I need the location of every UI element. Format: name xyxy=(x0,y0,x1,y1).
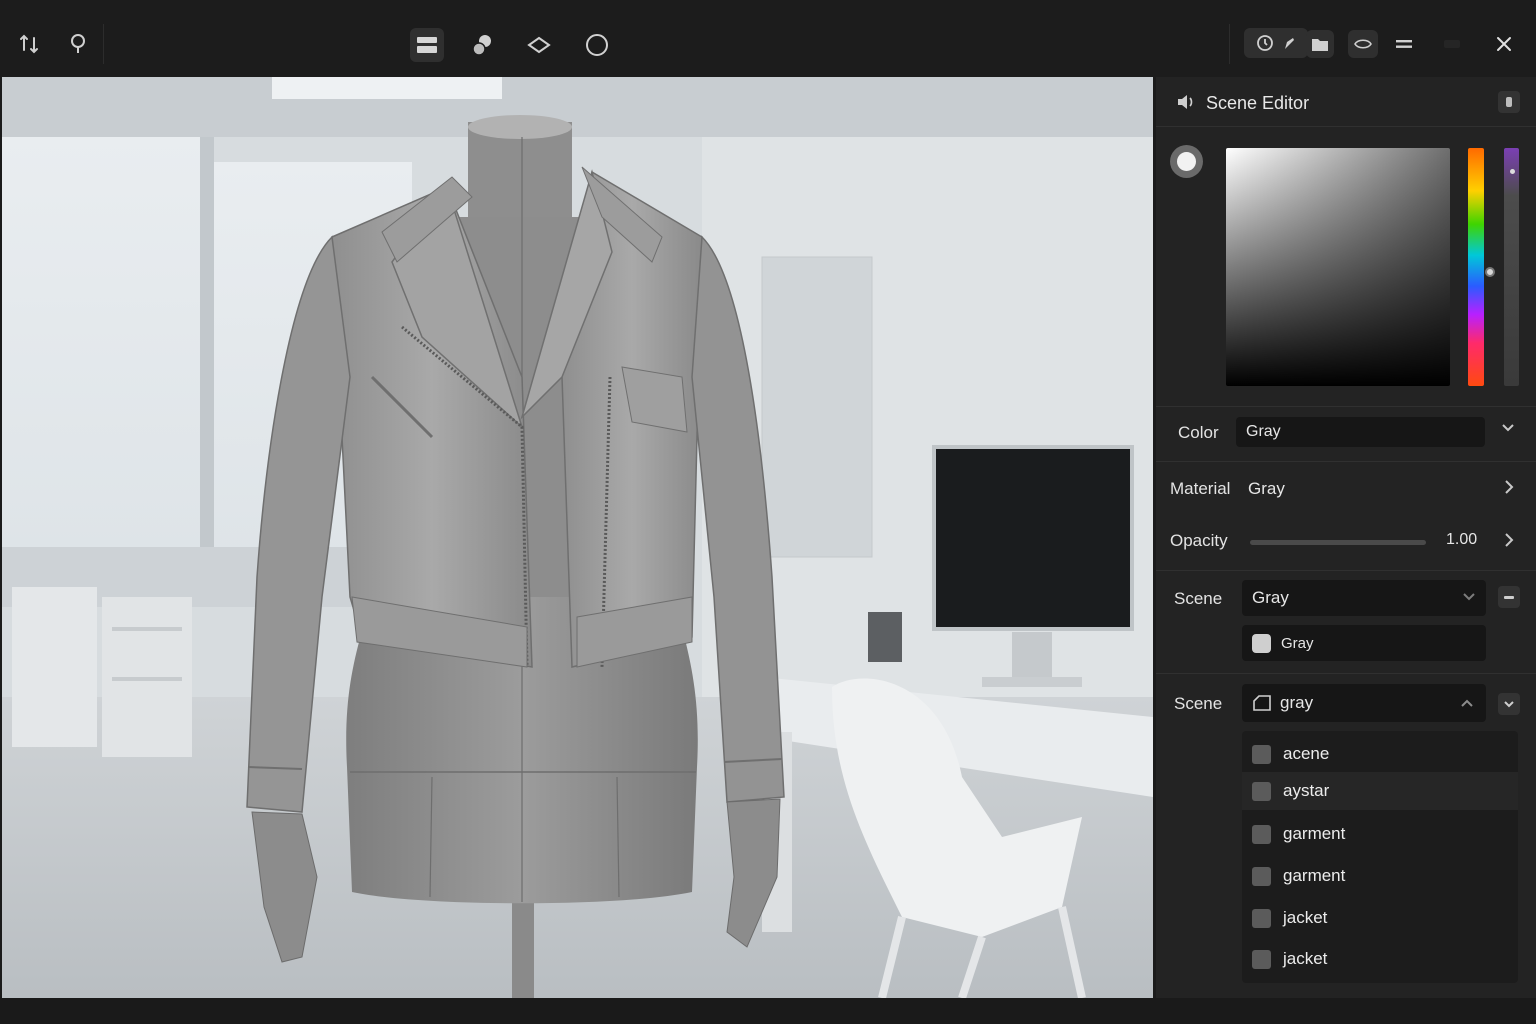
scene-label: Scene xyxy=(1174,694,1223,713)
checkbox[interactable] xyxy=(1252,908,1271,928)
divider xyxy=(1156,461,1536,462)
color-chip xyxy=(1252,633,1271,653)
hue-slider[interactable] xyxy=(1468,148,1484,386)
scene-swatch-field[interactable]: Gray xyxy=(1242,625,1486,661)
scene-label: Scene xyxy=(1174,589,1223,608)
layers-icon[interactable] xyxy=(410,28,444,62)
cube-icon xyxy=(1252,694,1272,712)
chevron-down-icon xyxy=(1462,590,1476,609)
checkbox[interactable] xyxy=(1252,744,1271,764)
spheres-icon[interactable] xyxy=(466,28,500,62)
list-item[interactable]: garment xyxy=(1242,857,1518,895)
scene-editor-panel: Scene Editor Color Gray Material Gray Op… xyxy=(1156,77,1536,998)
folder-icon[interactable] xyxy=(1306,30,1334,58)
expand-button[interactable] xyxy=(1498,693,1520,715)
list-item[interactable]: aystar xyxy=(1242,772,1518,810)
list-item[interactable]: jacket xyxy=(1242,940,1518,978)
chevron-up-icon xyxy=(1460,696,1474,715)
alpha-slider-handle[interactable] xyxy=(1510,169,1515,174)
scene-select[interactable]: Gray xyxy=(1242,580,1486,616)
collapse-button[interactable] xyxy=(1498,586,1520,608)
toolbar-separator xyxy=(103,24,104,64)
alpha-slider[interactable] xyxy=(1504,148,1519,386)
checkbox[interactable] xyxy=(1252,949,1271,969)
scene-dropdown-value: gray xyxy=(1280,693,1314,712)
circle-icon[interactable] xyxy=(580,28,614,62)
panel-options-button[interactable] xyxy=(1498,91,1520,113)
chevron-down-icon[interactable] xyxy=(1500,420,1516,441)
clock-icon[interactable] xyxy=(1256,34,1274,52)
opacity-value: 1.00 xyxy=(1446,531,1478,548)
color-value: Gray xyxy=(1246,423,1281,440)
minimize-icon[interactable] xyxy=(1438,34,1466,54)
material-label: Material xyxy=(1170,479,1231,498)
opacity-label: Opacity xyxy=(1170,531,1228,550)
opacity-slider[interactable] xyxy=(1250,540,1426,545)
scene-swatch-label: Gray xyxy=(1281,634,1314,652)
chevron-right-icon[interactable] xyxy=(1502,531,1516,554)
checkbox[interactable] xyxy=(1252,781,1271,801)
chevron-right-icon[interactable] xyxy=(1502,478,1516,501)
scene-select-value: Gray xyxy=(1252,588,1289,607)
move-icon[interactable] xyxy=(16,30,44,58)
close-icon[interactable] xyxy=(1490,30,1518,58)
checkbox[interactable] xyxy=(1252,866,1271,886)
list-item[interactable]: garment xyxy=(1242,815,1518,853)
list-item[interactable]: acene xyxy=(1242,735,1518,773)
status-bar xyxy=(0,998,1536,1024)
plane-icon[interactable] xyxy=(522,28,556,62)
panel-title: Scene Editor xyxy=(1206,93,1310,113)
list-item[interactable]: jacket xyxy=(1242,899,1518,937)
scene-dropdown[interactable]: gray xyxy=(1242,684,1486,722)
scene-dropdown-list: acene aystar garment garment jacket jack… xyxy=(1242,731,1518,983)
material-value[interactable]: Gray xyxy=(1248,479,1285,499)
color-label: Color xyxy=(1178,423,1219,442)
divider xyxy=(1156,570,1536,571)
eye-icon[interactable] xyxy=(1348,30,1378,58)
panel-header: Scene Editor xyxy=(1156,77,1536,127)
brush-icon[interactable] xyxy=(1282,35,1296,51)
hue-slider-handle[interactable] xyxy=(1485,267,1495,277)
scene-render xyxy=(2,77,1153,998)
current-color-swatch[interactable] xyxy=(1170,145,1203,178)
divider xyxy=(1156,673,1536,674)
checkbox[interactable] xyxy=(1252,824,1271,844)
viewport-3d[interactable] xyxy=(2,77,1153,998)
speaker-icon xyxy=(1176,92,1196,117)
lasso-icon[interactable] xyxy=(64,30,92,58)
top-toolbar xyxy=(0,0,1536,78)
menu-icon[interactable] xyxy=(1390,30,1418,58)
divider xyxy=(1156,406,1536,407)
history-group xyxy=(1244,28,1308,58)
color-field[interactable]: Gray xyxy=(1236,417,1485,447)
toolbar-separator xyxy=(1229,24,1230,64)
saturation-value-picker[interactable] xyxy=(1226,148,1450,386)
